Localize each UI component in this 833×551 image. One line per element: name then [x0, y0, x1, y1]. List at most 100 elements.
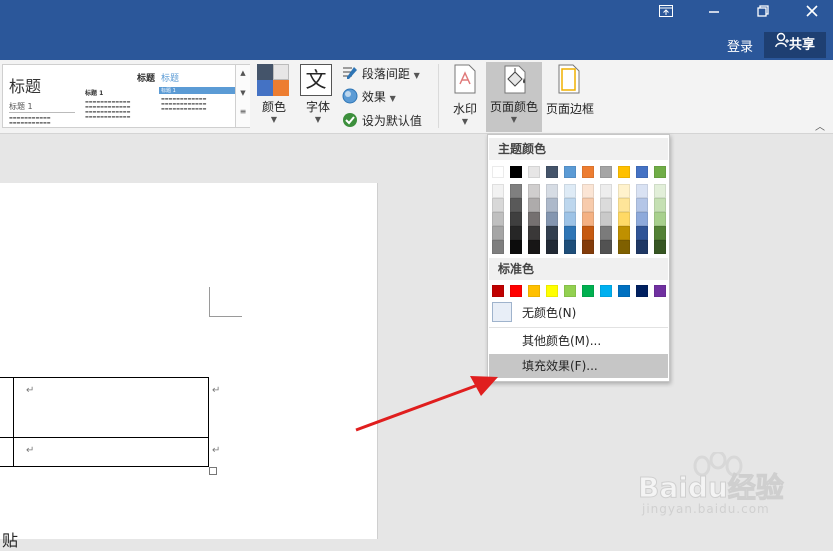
- style-set-item[interactable]: 标题 标题 1 ▬▬▬▬▬▬▬▬▬▬▬▬ ▬▬▬▬▬▬▬▬▬▬▬▬ ▬▬▬▬▬▬▬▬…: [159, 67, 235, 125]
- theme-shade-swatch[interactable]: [546, 226, 558, 240]
- set-as-default-button[interactable]: 设为默认值: [342, 112, 422, 132]
- more-colors-item[interactable]: 其他颜色(M)...: [489, 329, 668, 353]
- collapse-ribbon-icon[interactable]: ︿: [815, 118, 825, 133]
- theme-shade-swatch[interactable]: [492, 198, 504, 212]
- theme-color-swatch[interactable]: [564, 166, 576, 178]
- theme-shade-swatch[interactable]: [564, 226, 576, 240]
- theme-shade-swatch[interactable]: [528, 198, 540, 212]
- theme-color-swatch[interactable]: [582, 166, 594, 178]
- standard-color-swatch[interactable]: [654, 285, 666, 297]
- standard-color-swatch[interactable]: [582, 285, 594, 297]
- no-color-item[interactable]: 无颜色(N): [489, 301, 668, 325]
- gallery-scroll[interactable]: ▲ ▼ ≡: [235, 65, 250, 127]
- share-button[interactable]: 共享: [764, 32, 826, 58]
- theme-shade-swatch[interactable]: [528, 240, 540, 254]
- theme-shade-swatch[interactable]: [618, 184, 630, 198]
- theme-shade-swatch[interactable]: [546, 184, 558, 198]
- theme-shade-swatch[interactable]: [636, 212, 648, 226]
- theme-shade-swatch[interactable]: [636, 240, 648, 254]
- standard-color-swatch[interactable]: [510, 285, 522, 297]
- ribbon-display-options-icon[interactable]: [646, 4, 686, 22]
- gallery-more-icon[interactable]: ≡: [236, 107, 250, 116]
- standard-color-swatch[interactable]: [528, 285, 540, 297]
- theme-shade-swatch[interactable]: [510, 240, 522, 254]
- standard-color-swatch[interactable]: [492, 285, 504, 297]
- theme-shade-swatch[interactable]: [600, 184, 612, 198]
- theme-shade-swatch[interactable]: [654, 212, 666, 226]
- close-icon[interactable]: [792, 4, 832, 22]
- standard-color-swatch[interactable]: [618, 285, 630, 297]
- theme-shade-swatch[interactable]: [546, 198, 558, 212]
- scroll-up-icon[interactable]: ▲: [236, 69, 250, 77]
- theme-shade-swatch[interactable]: [654, 240, 666, 254]
- theme-shade-swatch[interactable]: [564, 184, 576, 198]
- theme-color-swatch[interactable]: [510, 166, 522, 178]
- theme-color-swatch[interactable]: [492, 166, 504, 178]
- theme-shade-swatch[interactable]: [582, 184, 594, 198]
- fill-effects-item[interactable]: 填充效果(F)...: [489, 354, 668, 378]
- theme-shade-swatch[interactable]: [582, 212, 594, 226]
- theme-shade-swatch[interactable]: [564, 240, 576, 254]
- theme-shade-swatch[interactable]: [564, 212, 576, 226]
- page-color-dropdown[interactable]: 主题颜色 标准色 无颜色(N) 其他颜色(M)... 填充效果(F)...: [487, 134, 670, 382]
- paragraph-spacing-button[interactable]: 段落间距 ▼: [342, 65, 420, 85]
- page-borders-button[interactable]: 页面边框: [543, 64, 597, 130]
- theme-color-swatch[interactable]: [618, 166, 630, 178]
- theme-color-swatch[interactable]: [636, 166, 648, 178]
- theme-shade-swatch[interactable]: [510, 212, 522, 226]
- theme-shade-swatch[interactable]: [636, 184, 648, 198]
- theme-shade-swatch[interactable]: [600, 212, 612, 226]
- theme-shade-swatch[interactable]: [528, 226, 540, 240]
- theme-shade-swatch[interactable]: [618, 212, 630, 226]
- theme-shade-swatch[interactable]: [492, 212, 504, 226]
- theme-shade-swatch[interactable]: [654, 226, 666, 240]
- theme-shade-swatch[interactable]: [528, 184, 540, 198]
- document-formatting-gallery[interactable]: 标题 标题 1 ▬▬▬▬▬▬▬▬▬▬▬ ▬▬▬▬▬▬▬▬▬▬▬ 标题 标题 1 ▬…: [2, 64, 250, 128]
- standard-color-swatch[interactable]: [600, 285, 612, 297]
- theme-shade-swatch[interactable]: [564, 198, 576, 212]
- theme-shade-swatch[interactable]: [492, 184, 504, 198]
- theme-color-swatch[interactable]: [600, 166, 612, 178]
- theme-color-swatch[interactable]: [654, 166, 666, 178]
- theme-shade-swatch[interactable]: [618, 240, 630, 254]
- watermark-button[interactable]: 水印 ▼: [446, 64, 484, 130]
- theme-shade-swatch[interactable]: [510, 198, 522, 212]
- theme-shade-swatch[interactable]: [582, 226, 594, 240]
- theme-shade-swatch[interactable]: [546, 212, 558, 226]
- theme-shade-swatch[interactable]: [618, 198, 630, 212]
- theme-color-swatch[interactable]: [528, 166, 540, 178]
- colors-button[interactable]: 颜色 ▼: [254, 64, 294, 130]
- theme-shade-swatch[interactable]: [528, 212, 540, 226]
- theme-shade-swatch[interactable]: [582, 198, 594, 212]
- theme-shade-swatch[interactable]: [510, 226, 522, 240]
- effects-button[interactable]: 效果 ▼: [342, 88, 396, 108]
- theme-shade-swatch[interactable]: [600, 240, 612, 254]
- theme-shade-swatch[interactable]: [654, 198, 666, 212]
- document-page[interactable]: ↵ ↵ ↵ ↵ 贴: [0, 183, 378, 550]
- theme-shade-swatch[interactable]: [546, 240, 558, 254]
- scroll-down-icon[interactable]: ▼: [236, 89, 250, 97]
- style-set-item[interactable]: 标题 标题 1 ▬▬▬▬▬▬▬▬▬▬▬ ▬▬▬▬▬▬▬▬▬▬▬: [5, 67, 81, 125]
- theme-shade-swatch[interactable]: [636, 198, 648, 212]
- theme-color-swatch[interactable]: [546, 166, 558, 178]
- fonts-button[interactable]: 文 字体 ▼: [298, 64, 338, 130]
- standard-color-swatch[interactable]: [546, 285, 558, 297]
- theme-shade-swatch[interactable]: [618, 226, 630, 240]
- login-link[interactable]: 登录: [727, 36, 753, 55]
- theme-shade-swatch[interactable]: [600, 198, 612, 212]
- standard-color-swatch[interactable]: [636, 285, 648, 297]
- theme-shade-swatch[interactable]: [492, 226, 504, 240]
- minimize-icon[interactable]: [694, 4, 734, 22]
- table-resize-handle[interactable]: [209, 467, 217, 475]
- standard-color-swatch[interactable]: [564, 285, 576, 297]
- restore-icon[interactable]: [743, 4, 783, 22]
- theme-shade-swatch[interactable]: [636, 226, 648, 240]
- table[interactable]: ↵ ↵ ↵ ↵: [0, 377, 220, 475]
- theme-shade-swatch[interactable]: [654, 184, 666, 198]
- style-set-item[interactable]: 标题 标题 1 ▬▬▬▬▬▬▬▬▬▬▬▬ ▬▬▬▬▬▬▬▬▬▬▬▬ ▬▬▬▬▬▬▬▬…: [83, 67, 159, 125]
- theme-shade-swatch[interactable]: [582, 240, 594, 254]
- theme-shade-swatch[interactable]: [600, 226, 612, 240]
- theme-shade-swatch[interactable]: [492, 240, 504, 254]
- theme-shade-swatch[interactable]: [510, 184, 522, 198]
- page-color-button[interactable]: 页面颜色 ▼: [486, 62, 542, 132]
